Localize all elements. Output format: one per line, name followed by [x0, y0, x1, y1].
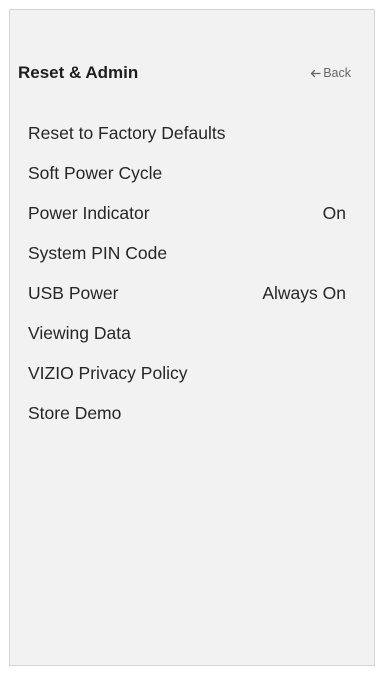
menu-item-soft-power-cycle[interactable]: Soft Power Cycle [28, 153, 346, 193]
menu-item-label: Store Demo [28, 402, 122, 423]
back-button[interactable]: Back [310, 61, 351, 85]
menu-item-usb-power[interactable]: USB Power Always On [28, 273, 346, 313]
menu-item-viewing-data[interactable]: Viewing Data [28, 313, 346, 353]
menu-item-label: Reset to Factory Defaults [28, 122, 226, 143]
menu-item-label: Soft Power Cycle [28, 162, 163, 183]
menu-item-power-indicator[interactable]: Power Indicator On [28, 193, 346, 233]
menu-item-label: VIZIO Privacy Policy [28, 362, 188, 383]
menu-item-vizio-privacy-policy[interactable]: VIZIO Privacy Policy [28, 353, 346, 393]
power-indicator-value: On [322, 202, 346, 223]
menu-item-store-demo[interactable]: Store Demo [28, 393, 346, 433]
menu-item-label: Viewing Data [28, 322, 131, 343]
menu-item-label: Power Indicator [28, 202, 150, 223]
menu-item-reset-to-factory-defaults[interactable]: Reset to Factory Defaults [28, 113, 346, 153]
menu-item-system-pin-code[interactable]: System PIN Code [28, 233, 346, 273]
arrow-left-icon [311, 69, 321, 77]
menu-title: Reset & Admin [18, 63, 139, 82]
menu-item-label: System PIN Code [28, 242, 168, 263]
back-label: Back [323, 66, 351, 80]
settings-menu-list: Reset to Factory Defaults Soft Power Cyc… [28, 113, 346, 433]
menu-item-label: USB Power [28, 282, 119, 303]
menu-header: Reset & Admin Back [18, 61, 351, 85]
usb-power-value: Always On [262, 282, 346, 303]
